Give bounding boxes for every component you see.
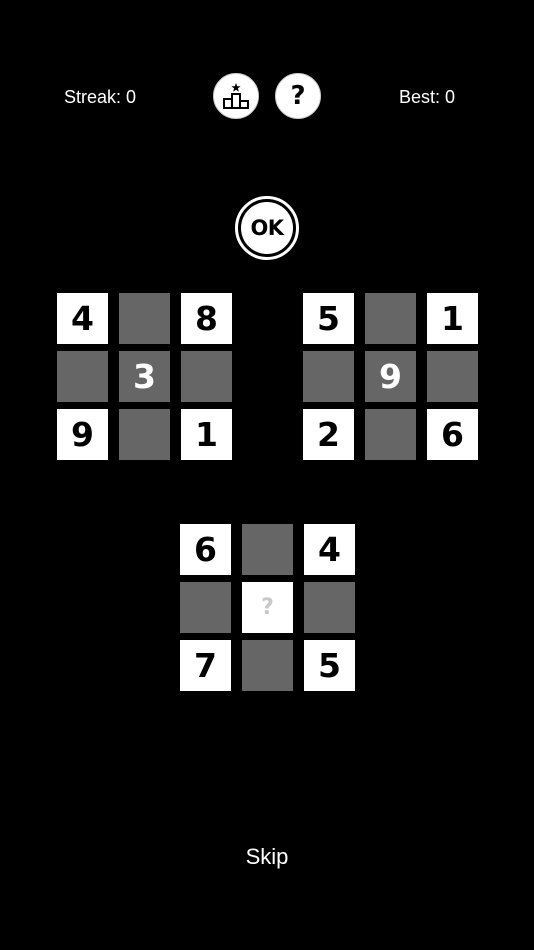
puzzle-grid: 6 4 ? 7 5 <box>180 524 355 691</box>
best-score: Best: 0 <box>399 87 456 107</box>
grid-cell <box>180 582 231 633</box>
grid-cell <box>365 409 416 460</box>
grid-cell <box>57 351 108 402</box>
example-grid-left: 4 8 3 9 1 <box>57 293 232 460</box>
help-label: ? <box>290 81 306 111</box>
skip-button[interactable]: Skip <box>0 843 534 871</box>
grid-cell <box>242 640 293 691</box>
grid-cell: 5 <box>303 293 354 344</box>
grid-cell: 4 <box>57 293 108 344</box>
grid-cell <box>119 409 170 460</box>
grid-cell: 1 <box>427 293 478 344</box>
podium-star-icon <box>223 83 249 109</box>
grid-cell <box>304 582 355 633</box>
grid-cell <box>303 351 354 402</box>
ok-button[interactable]: OK <box>235 196 299 260</box>
answer-cell[interactable]: ? <box>242 582 293 633</box>
grid-cell <box>427 351 478 402</box>
help-button[interactable]: ? <box>275 73 321 119</box>
grid-cell <box>119 293 170 344</box>
grid-cell <box>181 351 232 402</box>
grid-cell: 1 <box>181 409 232 460</box>
grid-cell <box>365 293 416 344</box>
grid-center-cell: 3 <box>119 351 170 402</box>
grid-cell: 7 <box>180 640 231 691</box>
grid-cell: 6 <box>427 409 478 460</box>
grid-cell: 4 <box>304 524 355 575</box>
leaderboard-button[interactable] <box>213 73 259 119</box>
grid-cell: 9 <box>57 409 108 460</box>
grid-cell: 5 <box>304 640 355 691</box>
ok-label: OK <box>241 202 293 254</box>
grid-cell: 6 <box>180 524 231 575</box>
grid-cell: 8 <box>181 293 232 344</box>
grid-cell <box>242 524 293 575</box>
grid-cell: 2 <box>303 409 354 460</box>
example-grid-right: 5 1 9 2 6 <box>303 293 478 460</box>
grid-center-cell: 9 <box>365 351 416 402</box>
streak-counter: Streak: 0 <box>64 87 137 107</box>
